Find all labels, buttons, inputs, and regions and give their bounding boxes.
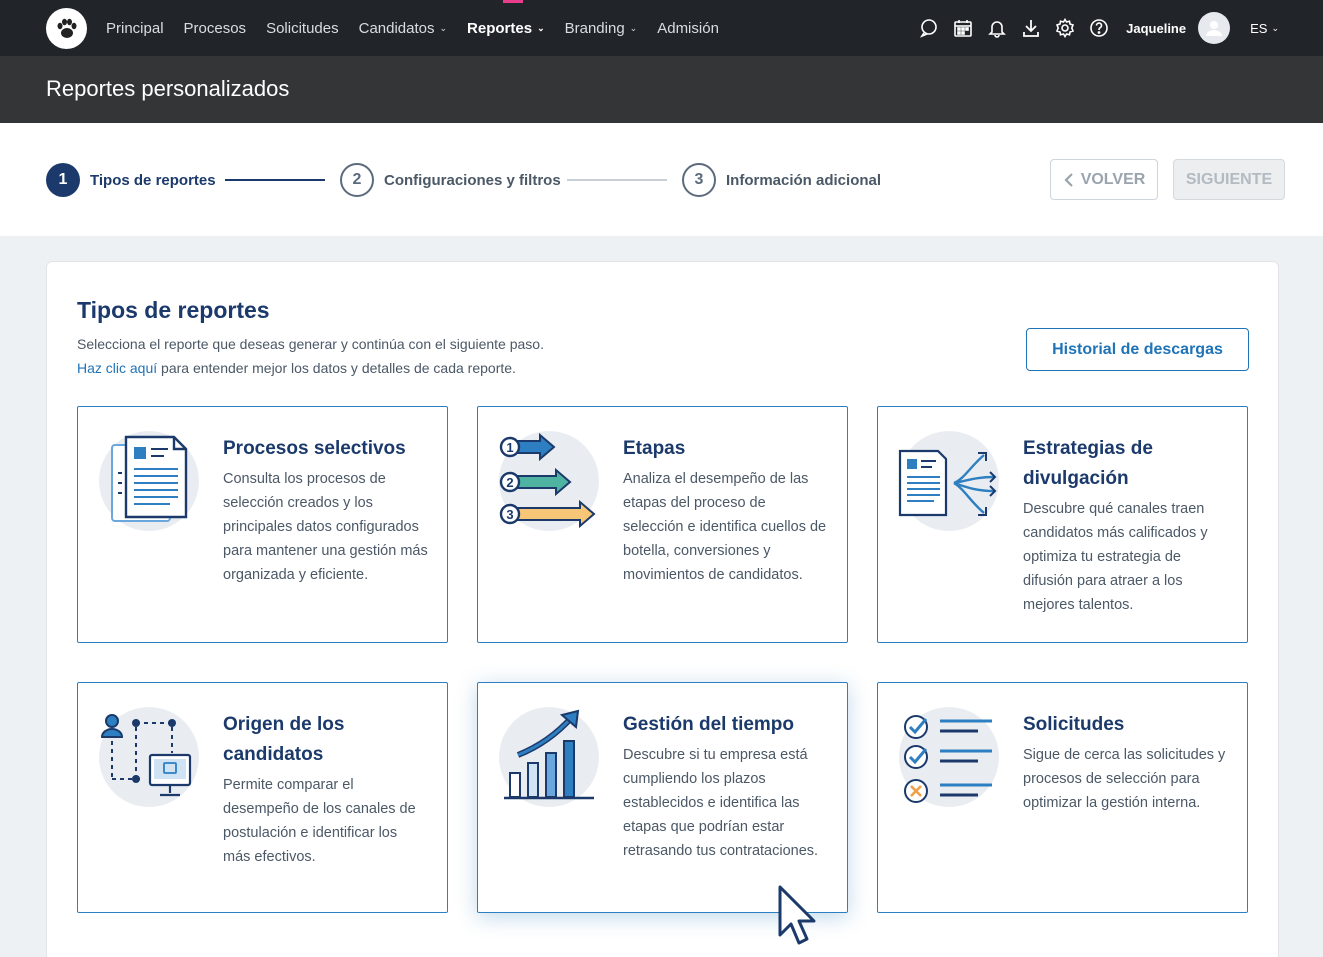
back-button[interactable]: VOLVER xyxy=(1050,159,1158,200)
stages-arrows-icon: 1 2 3 xyxy=(498,431,600,533)
svg-text:1: 1 xyxy=(506,440,513,455)
svg-text:2: 2 xyxy=(506,475,513,490)
card-description: Analiza el desempeño de las etapas del p… xyxy=(623,471,827,583)
language-selector[interactable]: ES ⌄ xyxy=(1250,21,1279,36)
report-card-etapas[interactable]: 1 2 3 Etapas Analiza el desempeño de las… xyxy=(477,406,848,643)
nav-item-branding[interactable]: Branding ⌄ xyxy=(565,20,638,37)
help-icon[interactable] xyxy=(1082,11,1116,45)
next-button-label: SIGUIENTE xyxy=(1185,170,1273,188)
avatar[interactable] xyxy=(1198,12,1231,44)
help-suffix: para entender mejor los datos y detalles… xyxy=(157,360,516,376)
download-history-label: Historial de descargas xyxy=(1052,340,1223,358)
card-description: Descubre qué canales traen candidatos má… xyxy=(1023,501,1208,613)
step-label: Información adicional xyxy=(726,171,882,189)
step-label: Configuraciones y filtros xyxy=(384,171,561,189)
nav-label: Candidatos xyxy=(358,19,435,37)
nav-right-group: Jaqueline ES ⌄ xyxy=(912,0,1279,56)
step-connector xyxy=(225,179,325,181)
report-card-gestion-tiempo[interactable]: Gestión del tiempo Descubre si tu empres… xyxy=(477,682,848,913)
chevron-down-icon: ⌄ xyxy=(537,22,545,33)
nav-label: Principal xyxy=(106,19,164,37)
nav-item-solicitudes[interactable]: Solicitudes xyxy=(266,20,339,37)
card-title: Etapas xyxy=(623,438,686,459)
chevron-left-icon xyxy=(1064,172,1073,187)
nav-label: Admisión xyxy=(657,19,719,37)
panel-description: Selecciona el reporte que deseas generar… xyxy=(77,332,544,380)
panel-description-line: Selecciona el reporte que deseas generar… xyxy=(77,336,544,352)
step-2[interactable]: 2 Configuraciones y filtros xyxy=(340,163,561,197)
nav-label: Solicitudes xyxy=(266,19,339,37)
svg-text:3: 3 xyxy=(506,507,513,522)
step-number: 3 xyxy=(682,163,716,197)
step-label: Tipos de reportes xyxy=(90,171,216,189)
nav-label: Branding xyxy=(564,19,625,37)
checklist-icon xyxy=(898,707,1000,809)
broadcast-icon xyxy=(898,431,1000,533)
chevron-down-icon: ⌄ xyxy=(439,22,448,33)
report-card-estrategias[interactable]: Estrategias de divulgación Descubre qué … xyxy=(877,406,1248,643)
mouse-pointer-icon xyxy=(776,883,820,954)
chevron-down-icon: ⌄ xyxy=(629,22,638,33)
nav-label: Procesos xyxy=(183,19,247,37)
card-title: Gestión del tiempo xyxy=(623,714,795,735)
gear-icon[interactable] xyxy=(1048,11,1082,45)
report-card-origen[interactable]: Origen de los candidatos Permite compara… xyxy=(77,682,448,913)
growth-chart-icon xyxy=(498,707,600,809)
panel-title: Tipos de reportes xyxy=(77,297,270,323)
card-description: Permite comparar el desempeño de los can… xyxy=(223,777,416,865)
page-header: Reportes personalizados xyxy=(0,56,1323,123)
nav-item-admision[interactable]: Admisión xyxy=(657,20,719,37)
card-description: Consulta los procesos de selección cread… xyxy=(223,471,428,583)
nav-label: Reportes xyxy=(467,19,533,37)
user-name[interactable]: Jaqueline xyxy=(1126,21,1186,36)
download-history-button[interactable]: Historial de descargas xyxy=(1026,328,1249,371)
back-button-label: VOLVER xyxy=(1080,170,1146,188)
nav-item-principal[interactable]: Principal xyxy=(106,20,164,37)
step-number: 2 xyxy=(340,163,374,197)
step-3[interactable]: 3 Información adicional xyxy=(682,163,881,197)
card-description: Descubre si tu empresa está cumpliendo l… xyxy=(623,747,819,859)
next-button[interactable]: SIGUIENTE xyxy=(1173,159,1285,200)
card-title: Solicitudes xyxy=(1023,714,1125,735)
report-card-procesos[interactable]: Procesos selectivos Consulta los proceso… xyxy=(77,406,448,643)
card-description: Sigue de cerca las solicitudes y proceso… xyxy=(1023,747,1226,811)
language-label: ES xyxy=(1250,20,1268,36)
top-navbar: Principal Procesos Solicitudes Candidato… xyxy=(0,0,1323,56)
stepper: 1 Tipos de reportes 2 Configuraciones y … xyxy=(0,123,1323,236)
candidate-origin-icon xyxy=(98,707,200,809)
card-title: Procesos selectivos xyxy=(223,438,406,459)
calendar-icon[interactable] xyxy=(946,11,980,45)
nav-item-candidatos[interactable]: Candidatos ⌄ xyxy=(359,20,447,37)
main-menu: Principal Procesos Solicitudes Candidato… xyxy=(106,0,719,56)
bell-icon[interactable] xyxy=(980,11,1014,45)
panel-help-line: Haz clic aquí para entender mejor los da… xyxy=(77,356,544,380)
card-title: Estrategias de divulgación xyxy=(1023,438,1153,489)
step-number: 1 xyxy=(46,163,80,197)
nav-item-reportes[interactable]: Reportes ⌄ xyxy=(467,20,545,37)
step-1[interactable]: 1 Tipos de reportes xyxy=(46,163,216,197)
document-icon xyxy=(98,431,200,533)
chat-icon[interactable] xyxy=(912,11,946,45)
page-title: Reportes personalizados xyxy=(46,76,290,101)
download-icon[interactable] xyxy=(1014,11,1048,45)
step-connector xyxy=(567,179,667,181)
card-title: Origen de los candidatos xyxy=(223,714,345,765)
nav-item-procesos[interactable]: Procesos xyxy=(184,20,247,37)
chevron-down-icon: ⌄ xyxy=(1271,22,1279,33)
help-link[interactable]: Haz clic aquí xyxy=(77,360,157,376)
report-card-solicitudes[interactable]: Solicitudes Sigue de cerca las solicitud… xyxy=(877,682,1248,913)
paw-logo-icon[interactable] xyxy=(46,8,87,49)
